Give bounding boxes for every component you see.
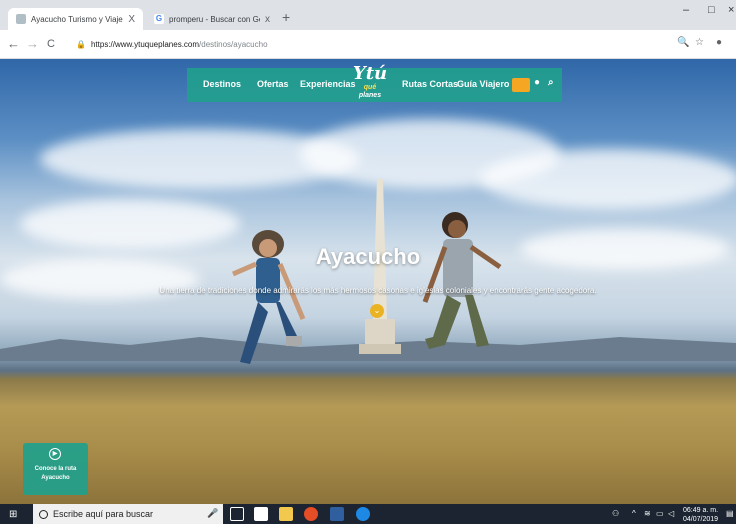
tab-close-icon[interactable]: x — [265, 14, 270, 25]
taskbar-search-box[interactable]: Escribe aquí para buscar — [33, 504, 223, 524]
google-icon: G — [154, 14, 164, 24]
cloud — [480, 149, 736, 209]
new-tab-button[interactable]: + — [282, 9, 290, 25]
nav-experiencias[interactable]: Experiencias — [300, 79, 356, 89]
search-icon[interactable]: ⌕ — [548, 77, 554, 88]
task-view-icon[interactable] — [230, 507, 244, 521]
back-button[interactable]: ← — [7, 36, 20, 51]
minimize-button[interactable]: – — [683, 4, 689, 16]
user-icon[interactable]: ● — [534, 77, 540, 88]
notifications-icon[interactable]: ▤ — [726, 509, 734, 518]
file-explorer-icon[interactable] — [279, 507, 293, 521]
cortana-icon — [39, 509, 48, 519]
windows-taskbar: ⊞ Escribe aquí para buscar 🎤 ⚇ ^ ≋ ▭ ◁ 0… — [0, 504, 736, 524]
taskbar-clock[interactable]: 06:49 a. m. 04/07/2019 — [683, 506, 718, 524]
route-card-line1: Conoce la ruta — [34, 466, 77, 472]
people-icon[interactable]: ⚇ — [612, 509, 619, 518]
store-icon[interactable] — [254, 507, 268, 521]
ytuqueplanes-logo[interactable]: Ytú qué planes — [350, 61, 390, 109]
close-window-button[interactable]: × — [728, 4, 734, 16]
hero-section: Destinos Ofertas Experiencias Ytú qué pl… — [0, 59, 736, 504]
tab-close-icon[interactable]: X — [128, 14, 135, 25]
maximize-button[interactable]: □ — [708, 4, 715, 16]
forward-button[interactable]: → — [26, 36, 39, 51]
route-video-card[interactable]: ▶ Conoce la ruta Ayacucho — [23, 443, 88, 495]
taskbar-search-placeholder: Escribe aquí para buscar — [53, 509, 154, 519]
hero-title: Ayacucho — [315, 244, 421, 269]
url-path: /destinos/ayacucho — [199, 40, 268, 49]
hero-subtitle: Una tierra de tradiciones donde admirará… — [159, 286, 597, 295]
zoom-icon[interactable]: 🔍 — [677, 37, 689, 48]
windows-start-icon[interactable]: ⊞ — [9, 509, 17, 520]
language-flag-button[interactable] — [512, 78, 530, 92]
nav-destinos[interactable]: Destinos — [203, 79, 241, 89]
site-navigation: Destinos Ofertas Experiencias Ytú qué pl… — [187, 63, 562, 102]
tray-chevron-icon[interactable]: ^ — [632, 509, 636, 518]
cloud — [20, 199, 240, 249]
tab-title: promperu - Buscar con Google — [169, 14, 260, 24]
lock-icon: 🔒 — [76, 40, 86, 49]
address-bar[interactable]: 🔒 https://www.ytuqueplanes.com/destinos/… — [76, 35, 676, 54]
nav-ofertas[interactable]: Ofertas — [257, 79, 289, 89]
tab-google-search[interactable]: G promperu - Buscar con Google x — [146, 8, 278, 30]
clock-date: 04/07/2019 — [683, 516, 719, 523]
site-favicon-icon — [16, 14, 26, 24]
volume-icon[interactable]: ◁ — [668, 509, 674, 518]
reload-button[interactable]: C — [47, 38, 55, 50]
battery-icon[interactable]: ▭ — [656, 509, 664, 518]
wifi-icon[interactable]: ≋ — [644, 509, 651, 518]
nav-guia-viajero[interactable]: Guía Viajero — [457, 79, 509, 89]
word-icon[interactable] — [330, 507, 344, 521]
logo-ytu: Ytú — [352, 63, 388, 84]
route-card-line2: Ayacucho — [41, 475, 70, 481]
browser-toolbar: ← → C 🔒 https://www.ytuqueplanes.com/des… — [0, 30, 736, 59]
tab-ayacucho[interactable]: Ayacucho Turismo y Viajes en Su X — [8, 8, 143, 30]
profile-icon[interactable]: ● — [716, 37, 722, 48]
scroll-down-button[interactable]: ⌄ — [370, 304, 384, 318]
browser-tab-strip: Ayacucho Turismo y Viajes en Su X G prom… — [0, 0, 736, 30]
play-icon: ▶ — [49, 448, 61, 460]
nav-rutas-cortas[interactable]: Rutas Cortas — [402, 79, 458, 89]
microphone-icon[interactable]: 🎤 — [207, 508, 218, 519]
logo-planes: planes — [358, 92, 382, 99]
tab-title: Ayacucho Turismo y Viajes en Su — [31, 14, 123, 24]
url-host: https://www.ytuqueplanes.com — [90, 40, 200, 49]
clock-time: 06:49 a. m. — [683, 507, 719, 514]
chevron-down-icon: ⌄ — [373, 306, 381, 315]
edge-icon[interactable] — [356, 507, 370, 521]
bookmark-star-icon[interactable]: ☆ — [695, 37, 704, 48]
chrome-icon[interactable] — [304, 507, 318, 521]
logo-que: qué — [363, 84, 377, 91]
